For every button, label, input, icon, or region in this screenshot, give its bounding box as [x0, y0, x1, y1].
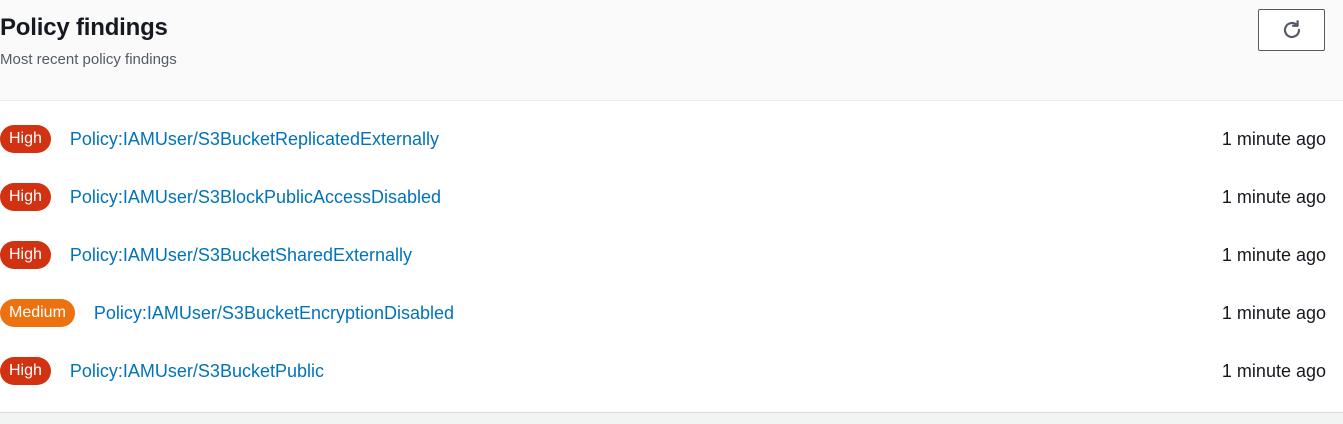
severity-badge: High	[0, 241, 51, 269]
finding-time: 1 minute ago	[1221, 186, 1326, 207]
policy-findings-panel: Policy findings Most recent policy findi…	[0, 0, 1343, 424]
finding-link[interactable]: Policy:IAMUser/S3BucketEncryptionDisable…	[94, 303, 454, 324]
severity-badge: High	[0, 125, 51, 153]
finding-time: 1 minute ago	[1221, 302, 1326, 323]
findings-list: High Policy:IAMUser/S3BucketReplicatedEx…	[0, 110, 1343, 400]
refresh-button[interactable]	[1258, 9, 1325, 51]
finding-link[interactable]: Policy:IAMUser/S3BlockPublicAccessDisabl…	[70, 187, 441, 208]
finding-row: High Policy:IAMUser/S3BlockPublicAccessD…	[0, 168, 1343, 226]
finding-link[interactable]: Policy:IAMUser/S3BucketSharedExternally	[70, 245, 412, 266]
finding-time: 1 minute ago	[1221, 128, 1326, 149]
finding-link[interactable]: Policy:IAMUser/S3BucketPublic	[70, 361, 324, 382]
finding-row: High Policy:IAMUser/S3BucketReplicatedEx…	[0, 110, 1343, 168]
panel-title: Policy findings	[0, 14, 168, 41]
severity-badge: High	[0, 183, 51, 211]
panel-footer	[0, 412, 1343, 424]
finding-row: Medium Policy:IAMUser/S3BucketEncryption…	[0, 284, 1343, 342]
finding-time: 1 minute ago	[1221, 244, 1326, 265]
finding-link[interactable]: Policy:IAMUser/S3BucketReplicatedExterna…	[70, 129, 439, 150]
finding-row: High Policy:IAMUser/S3BucketPublic 1 min…	[0, 342, 1343, 400]
severity-badge: High	[0, 357, 51, 385]
severity-badge: Medium	[0, 299, 75, 327]
panel-header: Policy findings Most recent policy findi…	[0, 0, 1343, 101]
panel-subtitle: Most recent policy findings	[0, 51, 177, 68]
refresh-icon	[1280, 18, 1304, 42]
finding-row: High Policy:IAMUser/S3BucketSharedExtern…	[0, 226, 1343, 284]
finding-time: 1 minute ago	[1221, 360, 1326, 381]
